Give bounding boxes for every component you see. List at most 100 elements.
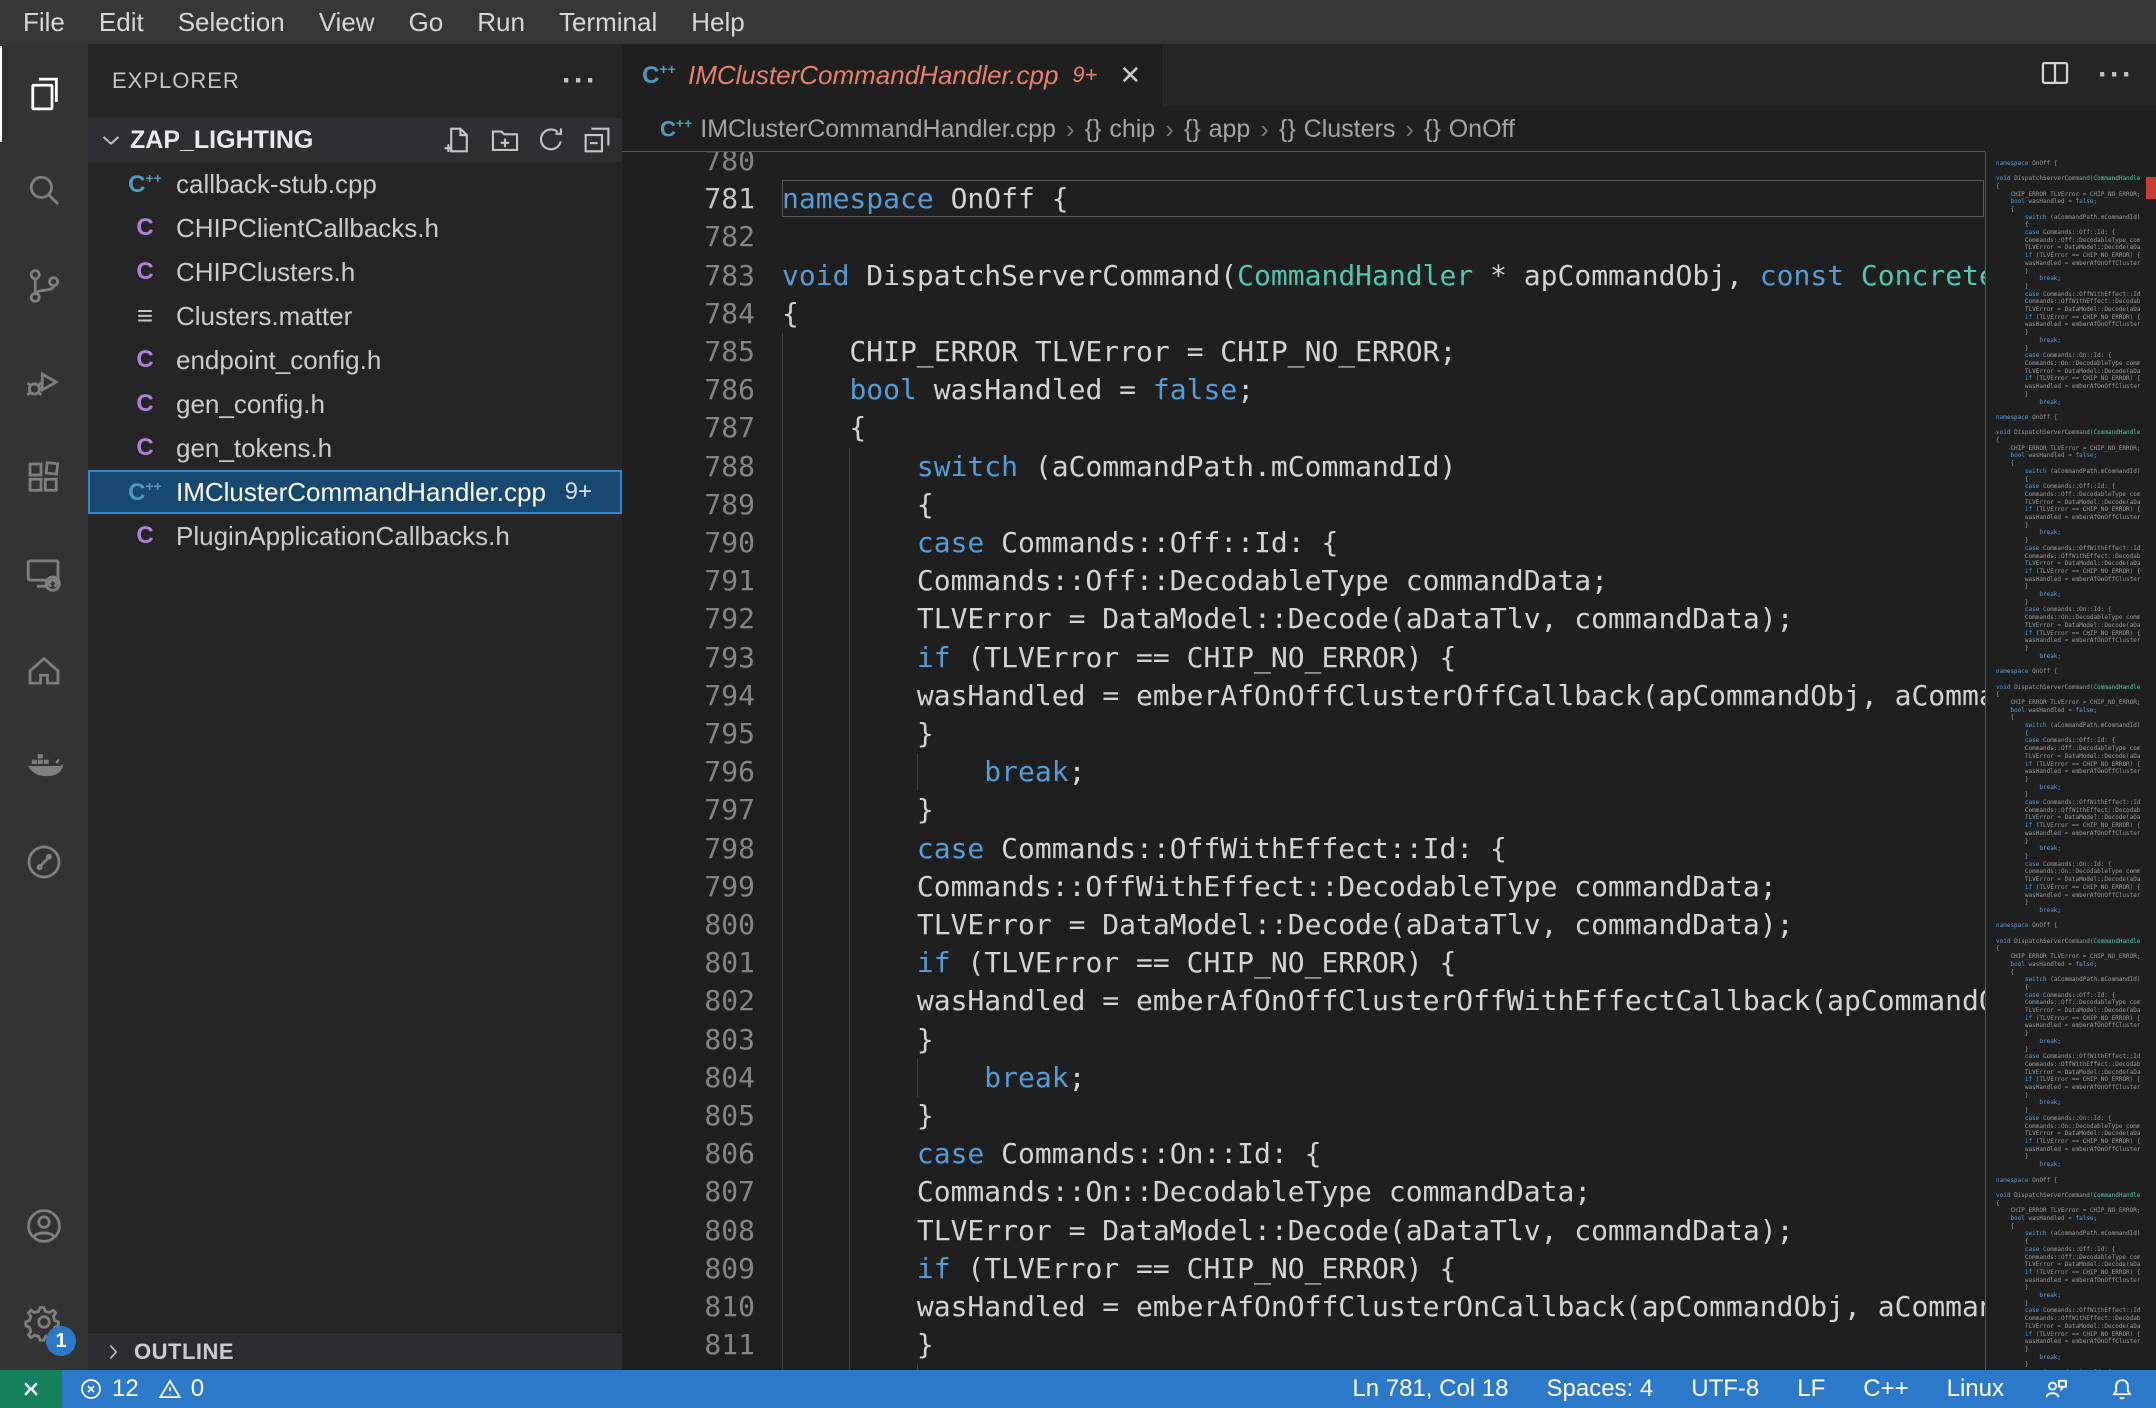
menu-selection[interactable]: Selection xyxy=(161,0,302,44)
file-item-callback-stub.cpp[interactable]: C++ callback-stub.cpp xyxy=(88,162,622,206)
breadcrumb-item-Clusters[interactable]: {} Clusters xyxy=(1279,115,1395,144)
menu-run[interactable]: Run xyxy=(460,0,542,44)
code-line-797[interactable]: 797 } xyxy=(622,791,1985,830)
minimap[interactable]: namespace OnOff { void DispatchServerCom… xyxy=(1990,152,2140,1370)
activity-bar-top xyxy=(0,46,88,910)
code-line-809[interactable]: 809 if (TLVError == CHIP_NO_ERROR) { xyxy=(622,1249,1985,1288)
settings-badge: 1 xyxy=(46,1326,76,1356)
folder-section-header[interactable]: ZAP_LIGHTING xyxy=(88,118,622,162)
activity-source-control[interactable] xyxy=(0,238,88,334)
problems-status[interactable]: 12 0 xyxy=(62,1375,204,1403)
code-line-800[interactable]: 800 TLVError = DataModel::Decode(aDataTl… xyxy=(622,906,1985,945)
code-line-793[interactable]: 793 if (TLVError == CHIP_NO_ERROR) { xyxy=(622,638,1985,677)
namespace-symbol-icon: {} xyxy=(1278,114,1296,143)
code-line-791[interactable]: 791 Commands::Off::DecodableType command… xyxy=(622,562,1985,601)
code-line-792[interactable]: 792 TLVError = DataModel::Decode(aDataTl… xyxy=(622,600,1985,639)
status-spaces-4[interactable]: Spaces: 4 xyxy=(1547,1375,1654,1403)
status-linux[interactable]: Linux xyxy=(1947,1375,2004,1403)
split-editor-icon[interactable] xyxy=(2038,56,2072,95)
bell-icon[interactable] xyxy=(2108,1375,2136,1403)
code-line-802[interactable]: 802 wasHandled = emberAfOnOffClusterOffW… xyxy=(622,982,1985,1021)
status-lf[interactable]: LF xyxy=(1797,1375,1825,1403)
activity-search[interactable] xyxy=(0,142,88,238)
code-line-789[interactable]: 789 { xyxy=(622,485,1985,524)
code-line-784[interactable]: 784 { xyxy=(622,295,1985,333)
collapse-all-icon[interactable] xyxy=(580,123,614,157)
file-item-gen_tokens.h[interactable]: Cgen_tokens.h xyxy=(88,426,622,470)
code-line-795[interactable]: 795 } xyxy=(622,715,1985,754)
file-item-IMClusterCommandHandler.cpp[interactable]: C++ IMClusterCommandHandler.cpp 9+ xyxy=(88,470,622,514)
code-line-785[interactable]: 785 CHIP_ERROR TLVError = CHIP_NO_ERROR; xyxy=(622,333,1985,372)
tab-label: IMClusterCommandHandler.cpp xyxy=(688,59,1059,90)
code-line-788[interactable]: 788 switch (aCommandPath.mCommandId) xyxy=(622,447,1985,486)
code-line-782[interactable]: 782 xyxy=(622,218,1985,256)
status-c-[interactable]: C++ xyxy=(1863,1375,1908,1403)
line-number: 810 xyxy=(704,1290,755,1323)
code-line-803[interactable]: 803 } xyxy=(622,1020,1985,1059)
status-utf-8[interactable]: UTF-8 xyxy=(1691,1375,1759,1403)
code-line-787[interactable]: 787 { xyxy=(622,409,1985,448)
code-editor[interactable]: 780 781 namespace OnOff {782 783 void Dispat… xyxy=(622,152,2156,1370)
feedback-icon[interactable] xyxy=(2042,1375,2070,1403)
outline-section-header[interactable]: OUTLINE xyxy=(88,1332,622,1370)
code-line-794[interactable]: 794 wasHandled = emberAfOnOffClusterOffC… xyxy=(622,676,1985,715)
line-number: 808 xyxy=(704,1213,755,1247)
file-item-CHIPClientCallbacks.h[interactable]: C CHIPClientCallbacks.h xyxy=(88,206,622,250)
code-line-799[interactable]: 799 Commands::OffWithEffect::DecodableTy… xyxy=(622,867,1985,906)
code-line-811[interactable]: 811 } xyxy=(622,1326,1985,1365)
line-number: 802 xyxy=(704,984,755,1018)
new-folder-icon[interactable] xyxy=(488,123,522,157)
remote-indicator[interactable] xyxy=(0,1370,62,1408)
refresh-icon[interactable] xyxy=(534,123,568,157)
extensions-icon xyxy=(28,461,60,492)
file-item-gen_config.h[interactable]: Cgen_config.h xyxy=(88,382,622,426)
file-item-CHIPClusters.h[interactable]: C CHIPClusters.h xyxy=(88,250,622,294)
breadcrumb-item-app[interactable]: {} app xyxy=(1184,115,1250,144)
code-line-783[interactable]: 783 void DispatchServerCommand(CommandHan… xyxy=(622,257,1985,295)
code-line-808[interactable]: 808 TLVError = DataModel::Decode(aDataTl… xyxy=(622,1211,1985,1250)
menu-help[interactable]: Help xyxy=(674,0,761,44)
explorer-more-actions-icon[interactable]: ··· xyxy=(562,66,598,96)
activity-explorer[interactable] xyxy=(0,46,88,142)
menu-file[interactable]: File xyxy=(6,0,82,44)
breadcrumb-item-IMClusterCommandHandler.cpp[interactable]: C++ IMClusterCommandHandler.cpp xyxy=(660,115,1056,144)
file-item-endpoint_config.h[interactable]: Cendpoint_config.h xyxy=(88,338,622,382)
code-line-807[interactable]: 807 Commands::On::DecodableType commandD… xyxy=(622,1173,1985,1212)
status-ln-781-col-18[interactable]: Ln 781, Col 18 xyxy=(1352,1375,1508,1403)
file-label: gen_tokens.h xyxy=(176,432,333,463)
menu-terminal[interactable]: Terminal xyxy=(542,0,674,44)
editor-more-actions-icon[interactable]: ··· xyxy=(2098,60,2134,90)
code-line-781[interactable]: 781 namespace OnOff { xyxy=(622,180,1985,218)
activity-home[interactable] xyxy=(0,622,88,718)
code-line-790[interactable]: 790 case Commands::Off::Id: { xyxy=(622,524,1985,563)
chevron-down-icon[interactable] xyxy=(96,125,126,155)
code-line-796[interactable]: 796 break; xyxy=(622,753,1985,792)
new-file-icon[interactable] xyxy=(442,123,476,157)
file-item-Clusters.matter[interactable]: ≡ Clusters.matter xyxy=(88,294,622,338)
line-number: 798 xyxy=(704,831,755,865)
code-line-780[interactable]: 780 xyxy=(622,152,1985,180)
activity-remote-explorer[interactable] xyxy=(0,526,88,622)
code-line-806[interactable]: 806 case Commands::On::Id: { xyxy=(622,1135,1985,1174)
tab-imclustercommandhandler[interactable]: C++ IMClusterCommandHandler.cpp 9+ ✕ xyxy=(622,44,1163,106)
code-line-805[interactable]: 805 } xyxy=(622,1097,1985,1136)
code-line-810[interactable]: 810 wasHandled = emberAfOnOffClusterOnCa… xyxy=(622,1288,1985,1327)
code-line-804[interactable]: 804 break; xyxy=(622,1058,1985,1097)
code-line-801[interactable]: 801 if (TLVError == CHIP_NO_ERROR) { xyxy=(622,944,1985,983)
file-item-PluginApplicationCallbacks.h[interactable]: C PluginApplicationCallbacks.h xyxy=(88,514,622,558)
namespace-symbol-icon: {} xyxy=(1424,114,1441,143)
activity-settings[interactable]: 1 xyxy=(0,1274,88,1370)
activity-run-debug[interactable] xyxy=(0,334,88,430)
code-line-798[interactable]: 798 case Commands::OffWithEffect::Id: { xyxy=(622,829,1985,868)
menu-view[interactable]: View xyxy=(302,0,392,44)
breadcrumb-item-chip[interactable]: {} chip xyxy=(1085,115,1156,144)
activity-account[interactable] xyxy=(0,1178,88,1274)
breadcrumb-item-OnOff[interactable]: {} OnOff xyxy=(1424,115,1515,144)
code-line-786[interactable]: 786 bool wasHandled = false; xyxy=(622,371,1985,410)
activity-docker[interactable] xyxy=(0,718,88,814)
activity-extensions[interactable] xyxy=(0,430,88,526)
activity-gitlens[interactable] xyxy=(0,814,88,910)
menu-edit[interactable]: Edit xyxy=(82,0,161,44)
tab-close-icon[interactable]: ✕ xyxy=(1120,60,1142,91)
menu-go[interactable]: Go xyxy=(392,0,461,44)
